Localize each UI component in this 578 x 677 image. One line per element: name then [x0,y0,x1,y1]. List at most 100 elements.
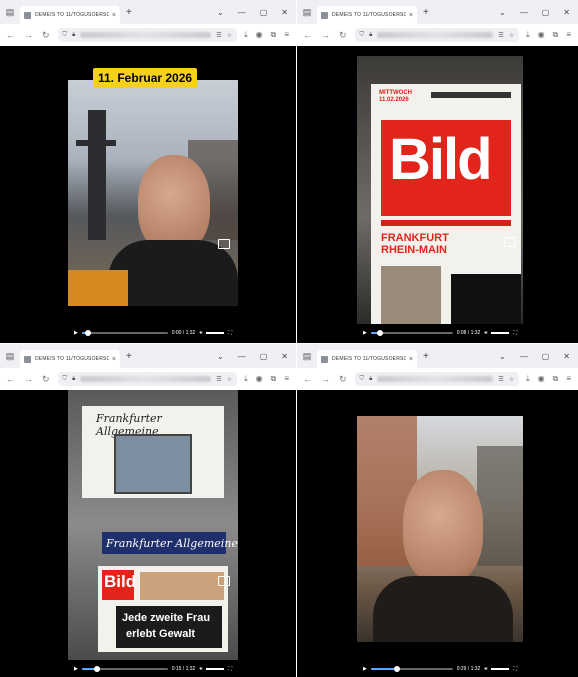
account-icon[interactable]: ◉ [256,374,263,384]
extensions-icon[interactable]: ⧉ [553,374,559,384]
picture-in-picture-icon[interactable] [504,237,516,247]
new-tab-button[interactable]: + [126,351,132,362]
back-icon[interactable]: ← [6,30,15,41]
seek-bar[interactable] [81,666,168,672]
video-frame[interactable]: MITTWOCH 11.02.2026 Bild FRANKFURT RHEIN… [357,56,523,324]
seek-bar[interactable] [370,666,453,672]
close-window-icon[interactable]: ✕ [563,8,570,17]
menu-icon[interactable]: ≡ [566,30,571,40]
volume-icon[interactable]: 🔊︎ [199,330,202,336]
tab-menu-icon[interactable]: ⌄ [217,352,224,361]
reader-icon[interactable]: ☰ [498,376,503,383]
extensions-icon[interactable]: ⧉ [271,374,277,384]
download-icon[interactable]: ⤓ [244,374,248,384]
volume-icon[interactable]: 🔊︎ [484,666,487,672]
picture-in-picture-icon[interactable] [218,239,230,249]
extensions-icon[interactable]: ⧉ [553,30,559,40]
download-icon[interactable]: ⤓ [526,30,530,40]
reader-icon[interactable]: ☰ [216,376,221,383]
address-bar[interactable]: ⛉ 🔒︎ ☰ ☆ [57,372,238,386]
play-icon[interactable]: ▶ [74,666,78,672]
maximize-icon[interactable]: ▢ [542,8,550,17]
tab-list-icon[interactable]: ▤ [0,0,20,24]
volume-icon[interactable]: 🔊︎ [199,666,202,672]
fullscreen-icon[interactable]: ⛶ [513,330,517,336]
tab-list-icon[interactable]: ▤ [297,0,317,24]
bookmark-star-icon[interactable]: ☆ [509,32,514,39]
account-icon[interactable]: ◉ [538,374,545,384]
bookmark-star-icon[interactable]: ☆ [509,376,514,383]
play-icon[interactable]: ▶ [74,330,78,336]
address-bar[interactable]: ⛉ 🔒︎ ☰ ☆ [354,372,520,386]
volume-slider[interactable] [491,332,510,334]
maximize-icon[interactable]: ▢ [542,352,550,361]
back-icon[interactable]: ← [303,374,312,385]
tab-list-icon[interactable]: ▤ [297,344,317,368]
picture-in-picture-icon[interactable] [218,576,230,586]
forward-icon[interactable]: → [24,30,33,41]
maximize-icon[interactable]: ▢ [260,352,268,361]
bookmark-star-icon[interactable]: ☆ [227,32,232,39]
menu-icon[interactable]: ≡ [284,30,289,40]
new-tab-button[interactable]: + [423,7,429,18]
forward-icon[interactable]: → [321,374,330,385]
volume-slider[interactable] [206,332,225,334]
reload-icon[interactable]: ↻ [42,374,50,385]
volume-slider[interactable] [491,668,510,670]
video-frame[interactable]: Frankfurter Allgemeine Frankfurter Allge… [68,390,238,660]
reload-icon[interactable]: ↻ [339,30,347,41]
minimize-icon[interactable]: — [238,352,246,361]
tab-menu-icon[interactable]: ⌄ [499,352,506,361]
browser-tab[interactable]: DEMEIS TO 11/TOGUSOERSCHEIN × [317,350,417,368]
browser-tab[interactable]: DEMEIS TO 11/TOGUSOERSCHEIN × [20,350,120,368]
fullscreen-icon[interactable]: ⛶ [228,666,232,672]
minimize-icon[interactable]: — [520,352,528,361]
download-icon[interactable]: ⤓ [526,374,530,384]
maximize-icon[interactable]: ▢ [260,8,268,17]
tab-close-icon[interactable]: × [112,12,116,19]
seek-bar[interactable] [81,330,168,336]
account-icon[interactable]: ◉ [256,30,263,40]
play-icon[interactable]: ▶ [363,666,367,672]
tab-menu-icon[interactable]: ⌄ [217,8,224,17]
browser-tab[interactable]: DEMEIS TO 11/TOGUSOERSCHEIN × [20,6,120,24]
back-icon[interactable]: ← [303,30,312,41]
video-frame[interactable] [357,416,523,642]
minimize-icon[interactable]: — [238,8,246,17]
volume-icon[interactable]: 🔊︎ [484,330,487,336]
address-bar[interactable]: ⛉ 🔒︎ ☰ ☆ [57,28,238,42]
download-icon[interactable]: ⤓ [244,30,248,40]
browser-tab[interactable]: DEMEIS TO 11/TOGUSOERSCHEIN × [317,6,417,24]
account-icon[interactable]: ◉ [538,30,545,40]
extensions-icon[interactable]: ⧉ [271,30,277,40]
new-tab-button[interactable]: + [423,351,429,362]
new-tab-button[interactable]: + [126,7,132,18]
reload-icon[interactable]: ↻ [339,374,347,385]
reader-icon[interactable]: ☰ [498,32,503,39]
tab-list-icon[interactable]: ▤ [0,344,20,368]
bookmark-star-icon[interactable]: ☆ [227,376,232,383]
forward-icon[interactable]: → [321,30,330,41]
tab-close-icon[interactable]: × [112,356,116,363]
close-window-icon[interactable]: ✕ [281,352,288,361]
tab-close-icon[interactable]: × [409,356,413,363]
close-window-icon[interactable]: ✕ [281,8,288,17]
fullscreen-icon[interactable]: ⛶ [228,330,232,336]
seek-bar[interactable] [370,330,453,336]
volume-slider[interactable] [206,668,225,670]
menu-icon[interactable]: ≡ [284,374,289,384]
back-icon[interactable]: ← [6,374,15,385]
forward-icon[interactable]: → [24,374,33,385]
reader-icon[interactable]: ☰ [216,32,221,39]
tab-menu-icon[interactable]: ⌄ [499,8,506,17]
minimize-icon[interactable]: — [520,8,528,17]
tab-close-icon[interactable]: × [409,12,413,19]
menu-icon[interactable]: ≡ [566,374,571,384]
fullscreen-icon[interactable]: ⛶ [513,666,517,672]
play-icon[interactable]: ▶ [363,330,367,336]
close-window-icon[interactable]: ✕ [563,352,570,361]
address-bar[interactable]: ⛉ 🔒︎ ☰ ☆ [354,28,520,42]
headline-2: erlebt Gewalt [126,628,196,640]
video-frame[interactable] [68,80,238,306]
reload-icon[interactable]: ↻ [42,30,50,41]
